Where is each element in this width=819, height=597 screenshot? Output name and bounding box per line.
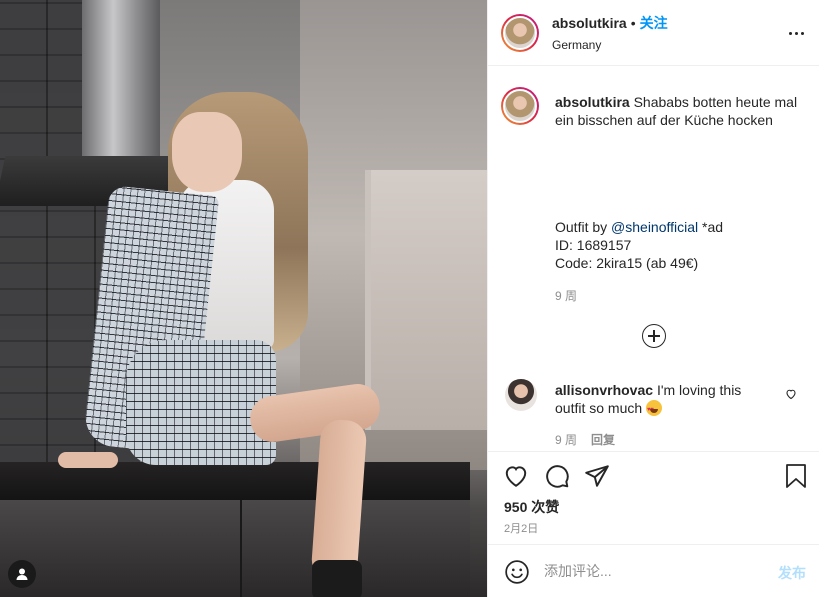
tagged-user-icon[interactable] xyxy=(8,560,36,588)
more-options-icon[interactable] xyxy=(786,24,806,42)
likes-count[interactable]: 950 次赞 xyxy=(504,497,559,517)
follow-button[interactable]: 关注 xyxy=(640,13,668,33)
add-comment-bar: 发布 xyxy=(488,544,819,597)
photo-counter xyxy=(0,462,470,502)
emoji-smile-icon[interactable] xyxy=(504,559,530,585)
caption-avatar[interactable] xyxy=(501,87,539,125)
caption-details: Outfit by @sheinofficial *ad ID: 1689157… xyxy=(555,219,724,271)
caption-code-line: Code: 2kira15 (ab 49€) xyxy=(555,255,699,271)
comments-section: absolutkira Shababs botten heute mal ein… xyxy=(488,67,819,451)
post-location[interactable]: Germany xyxy=(552,38,668,52)
commenter-username[interactable]: allisonvrhovac xyxy=(555,382,653,398)
photo-range-hood xyxy=(82,0,160,160)
comment-input[interactable] xyxy=(544,561,764,581)
separator-dot: • xyxy=(630,15,636,31)
comment-like-heart-icon[interactable] xyxy=(785,387,797,403)
save-bookmark-icon[interactable] xyxy=(782,462,810,490)
instagram-post: absolutkira • 关注 Germany absolutkira Sha… xyxy=(0,0,819,597)
load-more-comments-button[interactable] xyxy=(642,324,666,348)
caption xyxy=(501,87,539,125)
post-comment-button[interactable]: 发布 xyxy=(778,563,806,583)
comment-bubble-icon[interactable] xyxy=(543,462,571,490)
commenter-avatar[interactable] xyxy=(505,379,537,411)
comment-timestamp[interactable]: 9 周 xyxy=(555,431,577,448)
heart-eyes-emoji-icon xyxy=(646,400,663,419)
mention-link[interactable]: @sheinofficial xyxy=(611,219,698,235)
like-heart-icon[interactable] xyxy=(502,462,530,490)
caption-username[interactable]: absolutkira xyxy=(555,94,630,110)
post-actions: 950 次赞 2月2日 xyxy=(488,451,819,543)
caption-id-line: ID: 1689157 xyxy=(555,237,632,253)
post-photo[interactable] xyxy=(0,0,487,597)
post-header: absolutkira • 关注 Germany xyxy=(488,0,819,66)
author-avatar[interactable] xyxy=(501,13,539,52)
share-plane-icon[interactable] xyxy=(583,462,611,490)
reply-button[interactable]: 回复 xyxy=(591,431,615,448)
caption-timestamp[interactable]: 9 周 xyxy=(555,287,577,304)
post-side-panel: absolutkira • 关注 Germany absolutkira Sha… xyxy=(487,0,819,597)
author-username[interactable]: absolutkira xyxy=(552,15,627,31)
post-date[interactable]: 2月2日 xyxy=(504,520,538,536)
